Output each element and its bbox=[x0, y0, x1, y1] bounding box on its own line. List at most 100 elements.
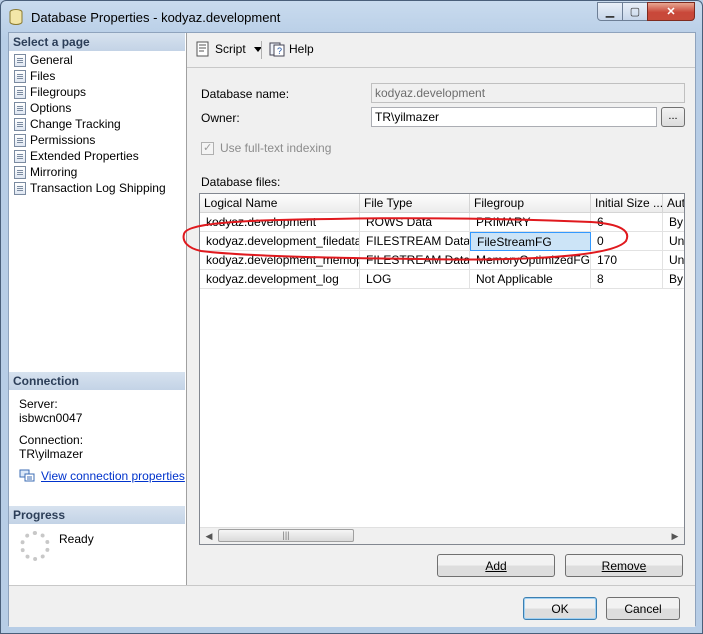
cell-initial-size[interactable]: 0 bbox=[591, 232, 663, 251]
page-item-filegroups[interactable]: Filegroups bbox=[14, 84, 86, 100]
page-item-label: Files bbox=[30, 69, 56, 83]
browse-owner-button[interactable]: ... bbox=[661, 107, 685, 127]
dialog-client-area: Select a page General Files Filegroups O… bbox=[8, 32, 696, 627]
page-item-label: Mirroring bbox=[30, 165, 78, 179]
horizontal-scrollbar[interactable]: ◀ ||| ▶ bbox=[200, 527, 684, 544]
cell-file-type[interactable]: FILESTREAM Data bbox=[360, 232, 470, 251]
database-files-label: Database files: bbox=[201, 175, 281, 189]
cell-initial-size[interactable]: 8 bbox=[591, 270, 663, 289]
cell-logical-name[interactable]: kodyaz.development_memopt bbox=[200, 251, 360, 270]
script-label: Script bbox=[215, 42, 246, 56]
page-item-label: Change Tracking bbox=[30, 117, 121, 131]
page-item-change-tracking[interactable]: Change Tracking bbox=[14, 116, 121, 132]
column-header-filegroup[interactable]: Filegroup bbox=[470, 194, 591, 212]
page-item-extended-properties[interactable]: Extended Properties bbox=[14, 148, 139, 164]
page-item-label: Options bbox=[30, 101, 72, 115]
close-button[interactable]: ✕ bbox=[647, 2, 695, 21]
close-icon: ✕ bbox=[666, 6, 676, 18]
title-bar[interactable]: Database Properties - kodyaz.development… bbox=[1, 1, 702, 33]
page-item-general[interactable]: General bbox=[14, 52, 73, 68]
select-page-header: Select a page bbox=[9, 33, 185, 51]
page-icon bbox=[14, 53, 26, 67]
column-header-file-type[interactable]: File Type bbox=[360, 194, 470, 212]
cell-autogrowth[interactable]: Unl bbox=[663, 232, 684, 251]
cell-initial-size[interactable]: 170 bbox=[591, 251, 663, 270]
progress-header: Progress bbox=[9, 506, 185, 524]
maximize-icon: ▢ bbox=[629, 6, 641, 18]
table-row[interactable]: kodyaz.development_filedata FILESTREAM D… bbox=[200, 232, 684, 251]
progress-spinner-icon bbox=[20, 531, 50, 561]
database-files-grid[interactable]: Logical Name File Type Filegroup Initial… bbox=[199, 193, 685, 545]
progress-status: Ready bbox=[59, 532, 94, 546]
cell-initial-size[interactable]: 6 bbox=[591, 213, 663, 232]
cell-autogrowth[interactable]: By bbox=[663, 270, 684, 289]
connection-header: Connection bbox=[9, 372, 185, 390]
server-value: isbwcn0047 bbox=[19, 411, 83, 425]
page-item-label: Filegroups bbox=[30, 85, 87, 99]
page-icon bbox=[14, 181, 26, 195]
svg-text:?: ? bbox=[277, 46, 282, 56]
script-button[interactable]: Script bbox=[195, 41, 262, 57]
scroll-left-icon[interactable]: ◀ bbox=[202, 530, 216, 542]
minimize-button[interactable]: ▁ bbox=[597, 2, 623, 21]
cell-logical-name[interactable]: kodyaz.development_log bbox=[200, 270, 360, 289]
dialog-footer: OK Cancel bbox=[9, 585, 695, 627]
view-connection-properties-label[interactable]: View connection properties bbox=[41, 469, 185, 483]
cell-file-type[interactable]: FILESTREAM Data bbox=[360, 251, 470, 270]
owner-field[interactable] bbox=[371, 107, 657, 127]
page-item-permissions[interactable]: Permissions bbox=[14, 132, 95, 148]
database-name-label: Database name: bbox=[201, 87, 290, 101]
page-icon bbox=[14, 101, 26, 115]
page-item-label: General bbox=[30, 53, 73, 67]
cell-autogrowth[interactable]: By bbox=[663, 213, 684, 232]
page-icon bbox=[14, 117, 26, 131]
page-item-mirroring[interactable]: Mirroring bbox=[14, 164, 77, 180]
cell-autogrowth[interactable]: Unl bbox=[663, 251, 684, 270]
cell-file-type[interactable]: ROWS Data bbox=[360, 213, 470, 232]
database-properties-window: Database Properties - kodyaz.development… bbox=[0, 0, 703, 634]
column-header-initial-size[interactable]: Initial Size ... bbox=[591, 194, 663, 212]
page-item-options[interactable]: Options bbox=[14, 100, 71, 116]
help-label: Help bbox=[289, 42, 314, 56]
page-item-label: Permissions bbox=[30, 133, 96, 147]
database-name-field bbox=[371, 83, 685, 103]
grid-header-row: Logical Name File Type Filegroup Initial… bbox=[200, 194, 684, 213]
cell-filegroup[interactable]: PRIMARY bbox=[470, 213, 591, 232]
cell-logical-name[interactable]: kodyaz.development bbox=[200, 213, 360, 232]
view-connection-properties-link[interactable]: View connection properties bbox=[19, 469, 185, 483]
window-title: Database Properties - kodyaz.development bbox=[31, 10, 281, 25]
scroll-right-icon[interactable]: ▶ bbox=[668, 530, 682, 542]
help-icon: ? bbox=[269, 42, 285, 57]
table-row[interactable]: kodyaz.development_memopt FILESTREAM Dat… bbox=[200, 251, 684, 270]
connection-label: Connection: bbox=[19, 433, 84, 447]
column-header-autogrowth[interactable]: Auto bbox=[663, 194, 684, 212]
cell-filegroup-selected[interactable]: FileStreamFG bbox=[470, 232, 591, 251]
connection-value: TR\yilmazer bbox=[19, 447, 84, 461]
column-header-logical-name[interactable]: Logical Name bbox=[200, 194, 360, 212]
cell-filegroup[interactable]: MemoryOptimizedFG bbox=[470, 251, 591, 270]
page-item-files[interactable]: Files bbox=[14, 68, 56, 84]
maximize-button[interactable]: ▢ bbox=[622, 2, 648, 21]
cell-filegroup[interactable]: Not Applicable bbox=[470, 270, 591, 289]
page-icon bbox=[14, 133, 26, 147]
page-item-label: Extended Properties bbox=[30, 149, 139, 163]
files-page: Script ? Help Database name: Owner: ... bbox=[187, 33, 695, 585]
help-button[interactable]: ? Help bbox=[269, 41, 314, 57]
page-icon bbox=[14, 85, 26, 99]
minimize-icon: ▁ bbox=[605, 6, 615, 18]
add-button-label: Add bbox=[485, 559, 507, 573]
remove-button-label: Remove bbox=[601, 559, 647, 573]
table-row[interactable]: kodyaz.development_log LOG Not Applicabl… bbox=[200, 270, 684, 289]
add-button[interactable]: Add bbox=[437, 554, 555, 577]
cancel-button[interactable]: Cancel bbox=[606, 597, 680, 620]
cell-logical-name[interactable]: kodyaz.development_filedata bbox=[200, 232, 360, 251]
ok-button[interactable]: OK bbox=[523, 597, 597, 620]
scrollbar-thumb[interactable]: ||| bbox=[218, 529, 354, 542]
script-icon bbox=[196, 41, 209, 57]
cell-file-type[interactable]: LOG bbox=[360, 270, 470, 289]
table-row[interactable]: kodyaz.development ROWS Data PRIMARY 6 B… bbox=[200, 213, 684, 232]
page-icon bbox=[14, 149, 26, 163]
remove-button[interactable]: Remove bbox=[565, 554, 683, 577]
left-panel: Select a page General Files Filegroups O… bbox=[9, 33, 187, 585]
page-item-transaction-log-shipping[interactable]: Transaction Log Shipping bbox=[14, 180, 166, 196]
